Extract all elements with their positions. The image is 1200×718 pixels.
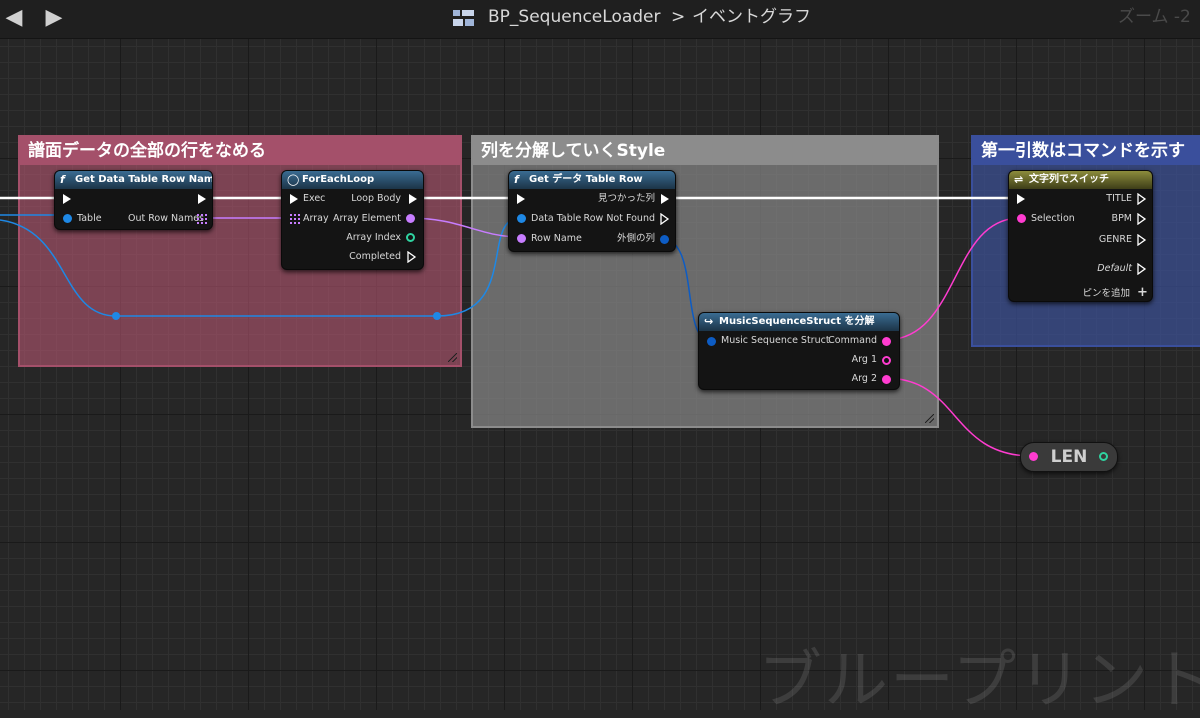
node-foreachloop[interactable]: ◯ ForEachLoop Exec Loop Body Array Array …: [281, 170, 424, 270]
object-wire: [0, 217, 521, 317]
pin-label: Row Not Found: [583, 213, 655, 224]
out-row-pin[interactable]: [660, 235, 669, 244]
pin-label: Music Sequence Struct: [721, 335, 830, 346]
pin-label: Array Element: [333, 213, 401, 224]
add-pin-label[interactable]: ピンを追加: [1082, 288, 1130, 300]
case-default-pin[interactable]: [1137, 263, 1147, 275]
pin-label: Array: [303, 213, 329, 224]
pin-label: Arg 1: [851, 354, 877, 365]
pin-label: Completed: [349, 251, 401, 262]
int-out-pin[interactable]: [1099, 452, 1108, 461]
reroute-knot: [433, 312, 441, 320]
pin-label: Out Row Names: [128, 213, 204, 224]
selection-pin[interactable]: [1017, 214, 1026, 223]
blueprint-watermark: ブループリント: [758, 644, 1200, 718]
loop-body-pin[interactable]: [409, 194, 417, 204]
string-wire: [884, 217, 1021, 341]
row-not-found-pin[interactable]: [660, 213, 670, 225]
pin-label: Array Index: [346, 232, 401, 243]
switch-icon: ⇌: [1014, 173, 1024, 186]
data-table-pin[interactable]: [517, 214, 526, 223]
exec-in-pin[interactable]: [290, 194, 298, 204]
pin-label: Data Table: [531, 213, 582, 224]
pin-label: Exec: [303, 193, 326, 204]
case-bpm-pin[interactable]: [1137, 213, 1147, 225]
pin-label: BPM: [1111, 213, 1132, 224]
node-break-music-sequence-struct[interactable]: ↪ MusicSequenceStruct を分解 Music Sequence …: [698, 312, 900, 390]
node-title: ForEachLoop: [302, 174, 375, 185]
exec-in-pin[interactable]: [63, 194, 71, 204]
pin-label: Row Name: [531, 233, 582, 244]
command-pin[interactable]: [882, 337, 891, 346]
reroute-knot: [112, 312, 120, 320]
macro-icon: ◯: [287, 173, 300, 186]
struct-in-pin[interactable]: [707, 337, 716, 346]
arg1-pin[interactable]: [882, 356, 891, 365]
wire-layer: [0, 196, 1033, 457]
pin-label: GENRE: [1098, 234, 1132, 245]
pin-label: Selection: [1031, 213, 1075, 224]
completed-pin[interactable]: [407, 251, 417, 263]
table-pin[interactable]: [63, 214, 72, 223]
pin-label: 見つかった列: [597, 193, 655, 204]
node-len[interactable]: LEN: [1020, 442, 1118, 472]
break-struct-icon: ↪: [704, 315, 714, 328]
row-name-pin[interactable]: [517, 234, 526, 243]
node-get-data-table-row-names[interactable]: f Get Data Table Row Names Table Out Row …: [54, 170, 213, 230]
node-switch-on-string[interactable]: ⇌ 文字列でスイッチ TITLE Selection BPM GENRE Defa…: [1008, 170, 1153, 302]
array-out-pin[interactable]: [197, 214, 207, 224]
pin-label: Loop Body: [351, 193, 401, 204]
node-title: 文字列でスイッチ: [1029, 174, 1109, 185]
string-wire: [884, 377, 1033, 457]
row-found-pin[interactable]: [661, 194, 669, 204]
array-element-pin[interactable]: [406, 214, 415, 223]
exec-out-pin[interactable]: [198, 194, 206, 204]
exec-in-pin[interactable]: [517, 194, 525, 204]
case-title-pin[interactable]: [1137, 193, 1147, 205]
case-genre-pin[interactable]: [1137, 234, 1147, 246]
pin-label: Arg 2: [851, 373, 877, 384]
function-icon: f: [514, 173, 519, 186]
pin-label: Default: [1097, 263, 1132, 274]
pin-label: Table: [77, 213, 102, 224]
pin-label: 外側の列: [616, 233, 655, 244]
function-icon: f: [60, 173, 65, 186]
node-title: Get データ Table Row: [529, 174, 643, 185]
arg2-pin[interactable]: [882, 375, 891, 384]
array-index-pin[interactable]: [406, 233, 415, 242]
node-title: MusicSequenceStruct を分解: [719, 316, 875, 327]
node-get-data-table-row[interactable]: f Get データ Table Row 見つかった列 Data Table Row…: [508, 170, 676, 252]
node-title: Get Data Table Row Names: [75, 174, 212, 185]
pin-label: Command: [828, 335, 877, 346]
pin-label: TITLE: [1106, 193, 1132, 204]
exec-in-pin[interactable]: [1017, 194, 1025, 204]
plus-icon[interactable]: +: [1137, 286, 1148, 299]
array-in-pin[interactable]: [290, 214, 300, 224]
